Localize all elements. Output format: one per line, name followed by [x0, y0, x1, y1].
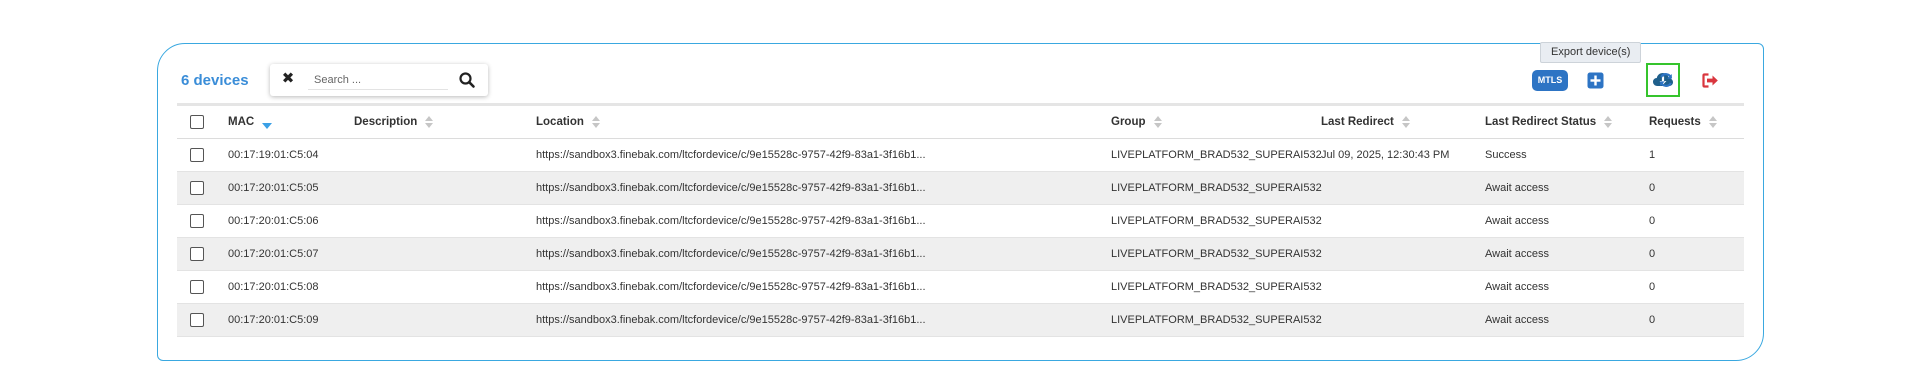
column-label: Location [536, 116, 584, 128]
sort-icon [591, 116, 600, 128]
status-cell: Await access [1485, 182, 1549, 194]
row-select-cell [190, 238, 204, 270]
table-row[interactable]: 00:17:20:01:C5:06 https://sandbox3.fineb… [177, 205, 1744, 238]
table-row[interactable]: 00:17:20:01:C5:08 https://sandbox3.fineb… [177, 271, 1744, 304]
requests-cell: 0 [1649, 314, 1656, 326]
location-cell: https://sandbox3.finebak.com/ltcfordevic… [536, 182, 926, 194]
column-header-group[interactable]: Group [1111, 106, 1162, 138]
search-icon [459, 72, 475, 88]
group-cell: LIVEPLATFORM_BRAD532_SUPERAI532 [1111, 215, 1322, 227]
row-select-cell [190, 172, 204, 204]
location-cell: https://sandbox3.finebak.com/ltcfordevic… [536, 149, 926, 161]
group-cell: LIVEPLATFORM_BRAD532_SUPERAI532 [1111, 281, 1322, 293]
mac-cell: 00:17:20:01:C5:06 [228, 215, 319, 227]
refresh-icon [1659, 73, 1673, 87]
row-select-cell [190, 304, 204, 336]
group-cell: LIVEPLATFORM_BRAD532_SUPERAI532 [1111, 182, 1322, 194]
search-bar: ✖ [270, 64, 488, 96]
location-cell: https://sandbox3.finebak.com/ltcfordevic… [536, 215, 926, 227]
table-row[interactable]: 00:17:20:01:C5:07 https://sandbox3.fineb… [177, 238, 1744, 271]
status-cell: Await access [1485, 248, 1549, 260]
row-checkbox[interactable] [190, 280, 204, 294]
column-header-last-redirect-status[interactable]: Last Redirect Status [1485, 106, 1613, 138]
status-cell: Await access [1485, 314, 1549, 326]
column-header-requests[interactable]: Requests [1649, 106, 1717, 138]
row-checkbox[interactable] [190, 181, 204, 195]
clear-search-button[interactable]: ✖ [278, 69, 298, 89]
sort-icon [1401, 116, 1410, 128]
requests-cell: 0 [1649, 248, 1656, 260]
group-cell: LIVEPLATFORM_BRAD532_SUPERAI532 [1111, 314, 1322, 326]
group-cell: LIVEPLATFORM_BRAD532_SUPERAI532 [1111, 149, 1322, 161]
device-count: 6 devices [181, 72, 249, 89]
select-all-checkbox[interactable] [190, 115, 204, 129]
requests-cell: 1 [1649, 149, 1656, 161]
column-label: Description [354, 116, 418, 128]
row-checkbox[interactable] [190, 214, 204, 228]
status-cell: Await access [1485, 281, 1549, 293]
requests-cell: 0 [1649, 182, 1656, 194]
column-label: Last Redirect [1321, 116, 1394, 128]
location-cell: https://sandbox3.finebak.com/ltcfordevic… [536, 281, 926, 293]
column-header-description[interactable]: Description [354, 106, 434, 138]
search-button[interactable] [458, 71, 476, 89]
last-redirect-cell: Jul 09, 2025, 12:30:43 PM [1321, 149, 1450, 161]
export-tooltip: Export device(s) [1540, 42, 1642, 63]
mac-cell: 00:17:20:01:C5:08 [228, 281, 319, 293]
sort-icon [1604, 116, 1613, 128]
location-cell: https://sandbox3.finebak.com/ltcfordevic… [536, 314, 926, 326]
column-label: Last Redirect Status [1485, 116, 1597, 128]
add-device-button[interactable] [1585, 70, 1605, 90]
requests-cell: 0 [1649, 281, 1656, 293]
status-cell: Await access [1485, 215, 1549, 227]
close-icon: ✖ [281, 70, 295, 87]
column-header-mac[interactable]: MAC [228, 106, 273, 138]
mac-cell: 00:17:20:01:C5:05 [228, 182, 319, 194]
sort-icon [1153, 116, 1162, 128]
sort-icon [425, 116, 434, 128]
table-row[interactable]: 00:17:19:01:C5:04 https://sandbox3.fineb… [177, 139, 1744, 172]
mac-cell: 00:17:20:01:C5:09 [228, 314, 319, 326]
table-row[interactable]: 00:17:20:01:C5:05 https://sandbox3.fineb… [177, 172, 1744, 205]
group-cell: LIVEPLATFORM_BRAD532_SUPERAI532 [1111, 248, 1322, 260]
logout-button[interactable] [1700, 70, 1720, 90]
row-select-cell [190, 139, 204, 171]
sort-desc-icon [262, 116, 273, 129]
sign-out-icon [1701, 72, 1718, 88]
mtls-button[interactable]: MTLS [1532, 70, 1568, 91]
requests-cell: 0 [1649, 215, 1656, 227]
column-label: MAC [228, 116, 255, 128]
devices-table: MAC Description Location Group Last Redi… [177, 103, 1744, 337]
row-select-cell [190, 271, 204, 303]
location-cell: https://sandbox3.finebak.com/ltcfordevic… [536, 248, 926, 260]
plus-square-icon [1587, 72, 1603, 88]
table-header: MAC Description Location Group Last Redi… [177, 103, 1744, 139]
refresh-button[interactable] [1656, 70, 1676, 90]
row-checkbox[interactable] [190, 148, 204, 162]
search-input[interactable] [308, 70, 448, 90]
mac-cell: 00:17:20:01:C5:07 [228, 248, 319, 260]
column-label: Group [1111, 116, 1146, 128]
status-cell: Success [1485, 149, 1527, 161]
row-checkbox[interactable] [190, 247, 204, 261]
select-all-cell [190, 106, 204, 138]
column-label: Requests [1649, 116, 1701, 128]
mac-cell: 00:17:19:01:C5:04 [228, 149, 319, 161]
column-header-location[interactable]: Location [536, 106, 600, 138]
table-row[interactable]: 00:17:20:01:C5:09 https://sandbox3.fineb… [177, 304, 1744, 337]
sort-icon [1708, 116, 1717, 128]
row-checkbox[interactable] [190, 313, 204, 327]
column-header-last-redirect[interactable]: Last Redirect [1321, 106, 1410, 138]
row-select-cell [190, 205, 204, 237]
